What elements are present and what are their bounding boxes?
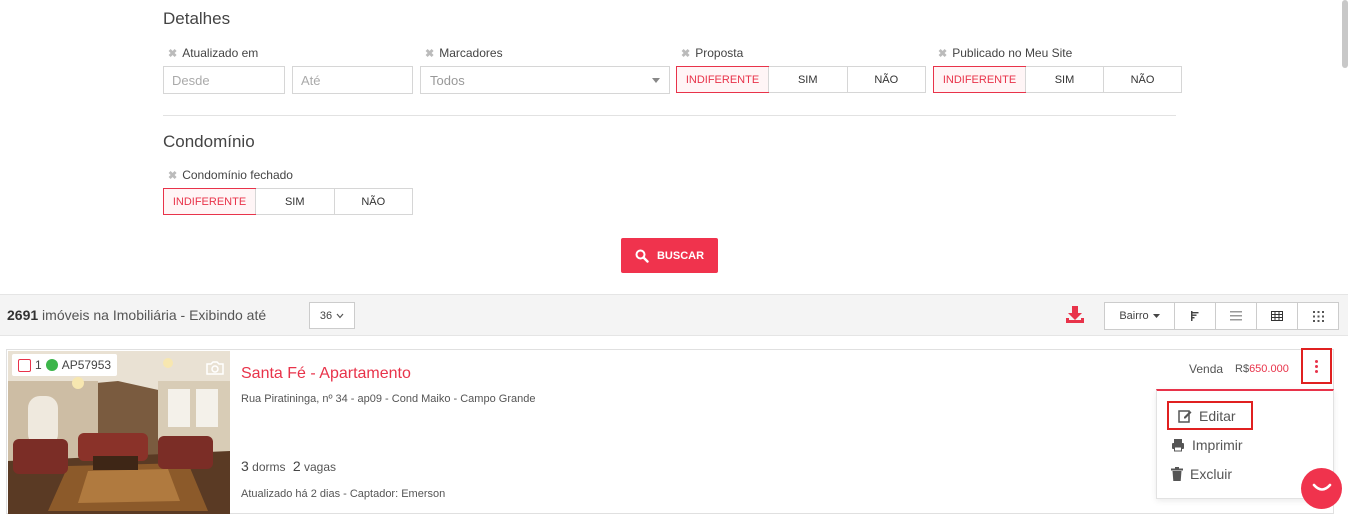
trash-icon: [1171, 467, 1183, 481]
price-currency: R$: [1235, 363, 1250, 375]
grid-icon: [1312, 310, 1324, 322]
camera-icon[interactable]: [205, 360, 225, 381]
view-grid-button[interactable]: [1297, 302, 1339, 330]
dorms-count: 3: [241, 458, 249, 474]
filter-label-text: Marcadores: [439, 46, 503, 60]
filter-label-marcadores: ✖ Marcadores: [425, 46, 503, 60]
view-list-button[interactable]: [1215, 302, 1257, 330]
proposta-toggle: INDIFERENTE SIM NÃO: [676, 66, 926, 93]
property-rooms: 3 dorms 2 vagas: [241, 458, 336, 474]
download-icon[interactable]: [1064, 304, 1086, 331]
search-button-label: BUSCAR: [656, 249, 705, 262]
menu-item-excluir[interactable]: Excluir: [1171, 466, 1232, 482]
dot: [1315, 364, 1318, 368]
dot: [1315, 359, 1318, 363]
filter-label-condominio-fechado: ✖ Condomínio fechado: [168, 168, 293, 182]
menu-item-editar[interactable]: Editar: [1167, 401, 1253, 430]
dorms-label: dorms: [252, 460, 286, 474]
condominio-option-sim[interactable]: SIM: [255, 189, 334, 214]
clear-filter-icon[interactable]: ✖: [168, 169, 177, 182]
condominio-option-nao[interactable]: NÃO: [333, 189, 413, 214]
list-icon: [1230, 311, 1242, 321]
dot: [1315, 369, 1318, 373]
view-table-button[interactable]: [1256, 302, 1298, 330]
property-index: 1: [35, 358, 42, 372]
menu-item-label: Imprimir: [1192, 437, 1243, 453]
clear-filter-icon[interactable]: ✖: [681, 47, 690, 60]
filter-label-text: Condomínio fechado: [182, 168, 293, 182]
table-icon: [1271, 311, 1283, 321]
property-address: Rua Piratininga, nº 34 - ap09 - Cond Mai…: [241, 393, 536, 405]
property-updated: Atualizado há 2 dias - Captador: Emerson: [241, 488, 446, 500]
publicado-option-nao[interactable]: NÃO: [1103, 67, 1181, 92]
filter-label-proposta: ✖ Proposta: [681, 46, 743, 60]
sort-label: Bairro: [1119, 310, 1149, 322]
condominio-option-indiferente[interactable]: INDIFERENTE: [163, 188, 256, 215]
clear-filter-icon[interactable]: ✖: [938, 47, 947, 60]
chat-icon: [1312, 483, 1331, 491]
results-count-number: 2691: [7, 307, 39, 323]
status-dot: [45, 359, 58, 371]
vagas-count: 2: [292, 458, 301, 474]
sort-order-button[interactable]: [1174, 302, 1216, 330]
property-photo[interactable]: 1 AP57953: [8, 351, 230, 514]
results-toolbar: 2691 imóveis na Imobiliária - Exibindo a…: [0, 294, 1348, 336]
publicado-option-indiferente[interactable]: INDIFERENTE: [933, 66, 1026, 93]
results-count: 2691 imóveis na Imobiliária - Exibindo a…: [7, 307, 266, 323]
property-price: R$650.000: [1235, 363, 1289, 375]
property-card: 1 AP57953 Santa Fé - Apartamento Rua Pir…: [6, 348, 1334, 514]
proposta-option-indiferente[interactable]: INDIFERENTE: [676, 66, 769, 93]
proposta-option-nao[interactable]: NÃO: [846, 67, 926, 92]
page-scrollbar[interactable]: [1342, 0, 1348, 68]
date-from-input[interactable]: Desde: [163, 66, 285, 94]
filter-label-text: Atualizado em: [182, 46, 259, 60]
deal-type: Venda: [1189, 362, 1224, 376]
search-icon: [635, 249, 649, 263]
marcadores-select[interactable]: Todos: [420, 66, 670, 94]
more-options-button[interactable]: [1301, 348, 1332, 384]
publicado-toggle: INDIFERENTE SIM NÃO: [933, 66, 1182, 93]
per-page-select[interactable]: 36: [309, 302, 355, 329]
print-icon: [1172, 439, 1184, 452]
filter-label-publicado: ✖ Publicado no Meu Site: [938, 46, 1072, 60]
select-checkbox[interactable]: [18, 358, 31, 372]
publicado-option-sim[interactable]: SIM: [1025, 67, 1103, 92]
chevron-down-icon: [336, 313, 344, 318]
price-value: 650.000: [1249, 363, 1289, 375]
filter-label-text: Proposta: [695, 46, 744, 60]
sort-icon: [1191, 311, 1199, 321]
search-button[interactable]: BUSCAR: [621, 238, 718, 273]
date-to-input[interactable]: Até: [292, 66, 413, 94]
chat-widget-button[interactable]: [1301, 468, 1342, 509]
menu-item-label: Excluir: [1190, 466, 1233, 482]
edit-icon: [1178, 409, 1192, 423]
property-code: AP57953: [61, 358, 112, 372]
clear-filter-icon[interactable]: ✖: [425, 47, 434, 60]
property-code-badge: 1 AP57953: [12, 354, 118, 376]
vagas-label: vagas: [303, 460, 336, 474]
section-divider: [163, 115, 1176, 116]
filter-label-atualizado: ✖ Atualizado em: [168, 46, 258, 60]
filter-label-text: Publicado no Meu Site: [952, 46, 1073, 60]
per-page-value: 36: [319, 309, 333, 322]
condominio-fechado-toggle: INDIFERENTE SIM NÃO: [163, 188, 413, 215]
menu-item-label: Editar: [1199, 407, 1236, 424]
marcadores-value: Todos: [430, 73, 465, 88]
results-count-text: imóveis na Imobiliária - Exibindo até: [38, 307, 267, 323]
chevron-down-icon: [652, 78, 660, 83]
proposta-option-sim[interactable]: SIM: [768, 67, 847, 92]
caret-down-icon: [1152, 313, 1160, 318]
sort-bairro-button[interactable]: Bairro: [1104, 302, 1175, 330]
section-title-detalhes: Detalhes: [163, 9, 231, 28]
property-title[interactable]: Santa Fé - Apartamento: [241, 365, 411, 383]
section-title-condominio: Condomínio: [163, 132, 255, 151]
clear-filter-icon[interactable]: ✖: [168, 47, 177, 60]
menu-item-imprimir[interactable]: Imprimir: [1171, 437, 1243, 453]
